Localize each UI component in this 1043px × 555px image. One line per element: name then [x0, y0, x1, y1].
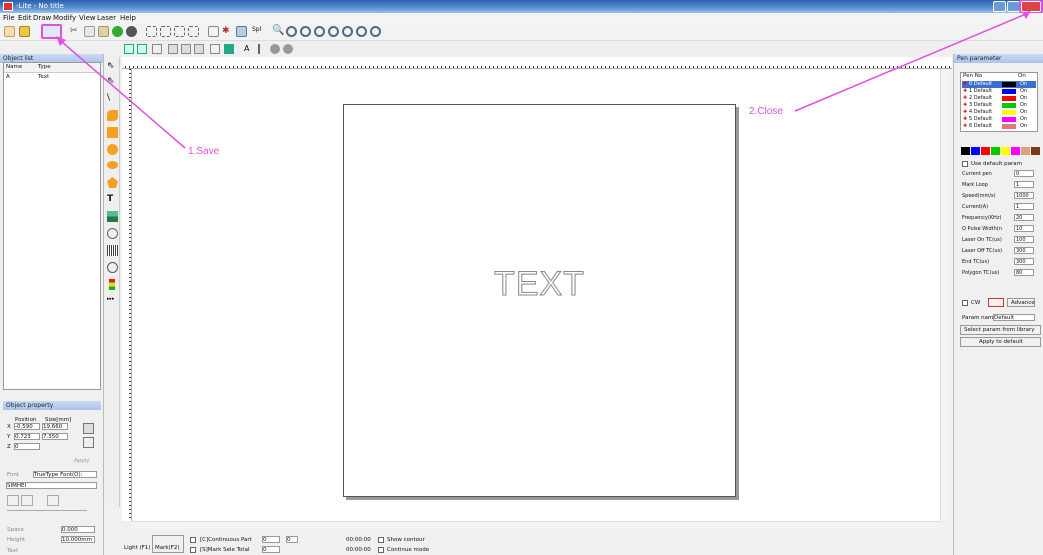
save-arrow: [61, 41, 186, 149]
close-annotation: 2.Close: [749, 106, 783, 117]
close-arrow: [794, 13, 1027, 112]
annotation-overlay: [56, 11, 1031, 149]
save-annotation: 1.Save: [188, 146, 220, 157]
